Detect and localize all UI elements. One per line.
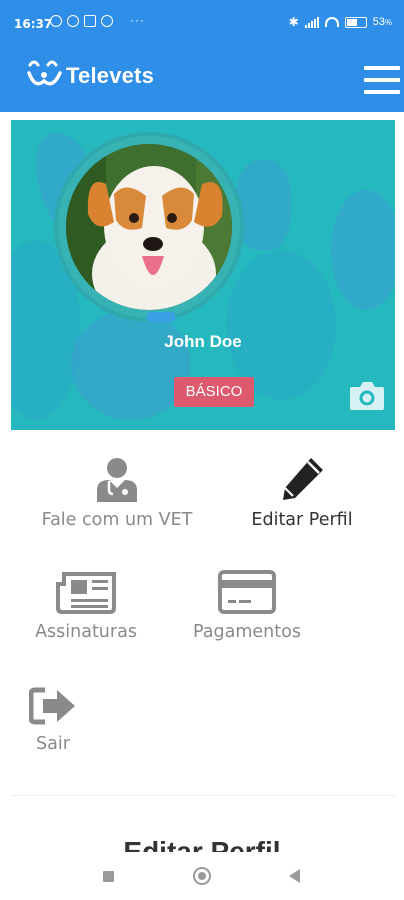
back-button[interactable] bbox=[289, 869, 300, 883]
profile-avatar-frame bbox=[54, 132, 244, 322]
payments-button[interactable]: Pagamentos bbox=[181, 570, 313, 642]
edit-profile-button[interactable]: Editar Perfil bbox=[241, 456, 363, 530]
system-navigation-bar bbox=[0, 852, 404, 900]
divider bbox=[11, 795, 395, 796]
pencil-icon bbox=[283, 458, 323, 500]
logout-label: Sair bbox=[36, 734, 70, 754]
app-logo[interactable]: Televets bbox=[26, 59, 154, 93]
edit-profile-label: Editar Perfil bbox=[251, 510, 353, 530]
newspaper-icon bbox=[56, 572, 116, 614]
background-puppy-ear bbox=[236, 160, 291, 250]
subscriptions-button[interactable]: Assinaturas bbox=[26, 570, 146, 642]
background-puppy bbox=[331, 190, 395, 310]
signal-icon bbox=[304, 16, 319, 28]
puppy-photo bbox=[66, 144, 232, 310]
credit-card-icon bbox=[218, 570, 276, 614]
shield-icon bbox=[101, 15, 113, 27]
system-icons: ✱ 53% bbox=[289, 15, 392, 29]
more-notifications-icon: ··· bbox=[130, 13, 145, 27]
status-time: 16:37 bbox=[14, 17, 53, 31]
profile-name: John Doe bbox=[164, 332, 242, 351]
talk-vet-label: Fale com um VET bbox=[41, 510, 193, 530]
bluetooth-icon: ✱ bbox=[288, 15, 299, 29]
app-title: Televets bbox=[66, 63, 155, 88]
avatar[interactable] bbox=[66, 144, 232, 310]
status-bar: 16:37 ··· ✱ 53% bbox=[0, 0, 404, 46]
talk-vet-button[interactable]: Fale com um VET bbox=[28, 456, 206, 530]
app-notification-icon bbox=[84, 15, 96, 27]
menu-icon[interactable] bbox=[364, 66, 400, 98]
subscriptions-label: Assinaturas bbox=[35, 622, 137, 642]
payments-label: Pagamentos bbox=[193, 622, 301, 642]
notification-icons bbox=[50, 15, 113, 27]
background-puppy bbox=[71, 310, 191, 420]
online-badge bbox=[147, 312, 175, 322]
battery-icon bbox=[344, 16, 367, 28]
section-title: Editar Perfil bbox=[123, 836, 281, 852]
wifi-icon bbox=[324, 17, 339, 27]
app-header: Televets bbox=[0, 46, 404, 112]
logout-icon bbox=[29, 687, 75, 725]
paw-logo-icon bbox=[27, 60, 62, 86]
alarm-icon bbox=[50, 15, 62, 27]
recent-apps-button[interactable] bbox=[103, 871, 114, 882]
logout-button[interactable]: Sair bbox=[28, 686, 78, 754]
battery-percent: 53% bbox=[372, 16, 392, 28]
whatsapp-icon bbox=[67, 15, 79, 27]
plan-badge: BÁSICO bbox=[174, 377, 254, 407]
profile-banner: John Doe BÁSICO bbox=[11, 120, 395, 430]
header-spacer bbox=[0, 112, 404, 120]
camera-icon[interactable] bbox=[348, 378, 386, 412]
home-button[interactable] bbox=[193, 867, 211, 885]
doctor-icon bbox=[97, 458, 137, 502]
